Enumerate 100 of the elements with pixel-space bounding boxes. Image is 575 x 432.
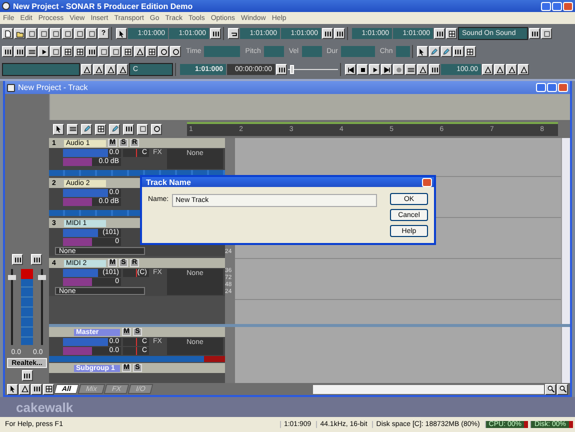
toolbar-button[interactable] bbox=[158, 46, 169, 57]
input-field[interactable] bbox=[340, 46, 375, 57]
toolbar-button[interactable] bbox=[322, 28, 333, 39]
toolbar-button[interactable] bbox=[146, 46, 157, 57]
square-icon bbox=[88, 30, 96, 38]
toolbar-button[interactable] bbox=[334, 28, 345, 39]
tool-dropdown-button[interactable] bbox=[109, 124, 120, 134]
triangle-icon bbox=[136, 48, 144, 56]
toolbar-button[interactable] bbox=[464, 46, 476, 57]
window-icon bbox=[7, 84, 15, 92]
toolbar-button[interactable] bbox=[105, 64, 116, 75]
pencil-icon bbox=[82, 125, 90, 133]
input-field[interactable] bbox=[302, 46, 322, 57]
toolbar-button[interactable] bbox=[86, 46, 97, 57]
toolbar-button[interactable] bbox=[116, 28, 127, 39]
toolbar-button[interactable] bbox=[110, 46, 121, 57]
toolbar-button[interactable] bbox=[357, 64, 368, 75]
toolbar-button[interactable] bbox=[134, 46, 145, 57]
bars-icon bbox=[32, 256, 40, 264]
toolbar-button[interactable] bbox=[62, 46, 73, 57]
toolbar-button[interactable] bbox=[529, 28, 540, 39]
close-button[interactable] bbox=[422, 178, 432, 186]
toolbar-button[interactable] bbox=[541, 28, 552, 39]
input-field[interactable] bbox=[396, 46, 410, 57]
toolbar-button[interactable] bbox=[14, 46, 25, 57]
toolbar-button[interactable] bbox=[393, 64, 404, 75]
toolbar-button[interactable] bbox=[369, 64, 380, 75]
input-field[interactable] bbox=[204, 46, 240, 57]
vertical-scrollbar[interactable] bbox=[561, 138, 570, 324]
toolbar-button[interactable] bbox=[98, 46, 109, 57]
toolbar-button[interactable] bbox=[26, 28, 37, 39]
strip-button[interactable] bbox=[22, 370, 32, 381]
toolbar-button[interactable] bbox=[31, 384, 42, 394]
toolbar-button[interactable] bbox=[506, 64, 517, 75]
minimize-button[interactable] bbox=[536, 83, 546, 92]
input-field[interactable] bbox=[264, 46, 284, 57]
tool-dropdown-button[interactable] bbox=[151, 124, 162, 134]
strip-button[interactable] bbox=[31, 254, 42, 265]
tool-dropdown-button[interactable] bbox=[53, 124, 64, 134]
loop-icon bbox=[230, 30, 238, 38]
pencil-icon bbox=[110, 125, 118, 133]
toolbar-button[interactable] bbox=[26, 46, 37, 57]
tool-dropdown-button[interactable] bbox=[137, 124, 148, 134]
zoom-icon bbox=[558, 385, 566, 393]
toolbar-button[interactable] bbox=[62, 28, 73, 39]
close-button[interactable] bbox=[563, 2, 573, 10]
toolbar-button[interactable] bbox=[518, 64, 529, 75]
dialog-title: Track Name bbox=[146, 178, 191, 186]
toolbar-button[interactable] bbox=[210, 28, 221, 39]
toolbar-button[interactable] bbox=[117, 64, 128, 75]
toolbar-button[interactable] bbox=[345, 64, 356, 75]
slider-thumb[interactable] bbox=[290, 65, 294, 74]
toolbar-button[interactable] bbox=[2, 46, 13, 57]
tool-dropdown-button[interactable] bbox=[95, 124, 106, 134]
toolbar-button[interactable] bbox=[2, 28, 13, 39]
horizontal-scrollbar[interactable] bbox=[313, 384, 544, 394]
close-button[interactable] bbox=[558, 83, 568, 92]
toolbar-button[interactable] bbox=[81, 64, 92, 75]
toolbar-button[interactable] bbox=[93, 64, 104, 75]
toolbar-button[interactable] bbox=[405, 64, 416, 75]
toolbar-button[interactable] bbox=[428, 46, 440, 57]
play-icon bbox=[370, 66, 378, 74]
toolbar-button[interactable] bbox=[434, 28, 445, 39]
square-icon bbox=[28, 30, 36, 38]
toolbar-button[interactable] bbox=[429, 64, 440, 75]
tool-dropdown-button[interactable] bbox=[123, 124, 134, 134]
toolbar-button[interactable] bbox=[170, 46, 181, 57]
toolbar-button[interactable] bbox=[74, 28, 85, 39]
toolbar-button[interactable] bbox=[38, 28, 49, 39]
zoom-button[interactable] bbox=[557, 384, 568, 394]
toolbar-button[interactable] bbox=[440, 46, 452, 57]
toolbar-button[interactable] bbox=[86, 28, 97, 39]
toolbar-button[interactable] bbox=[14, 28, 25, 39]
toolbar-button[interactable] bbox=[122, 46, 133, 57]
toolbar-button[interactable] bbox=[276, 64, 287, 75]
toolbar-button[interactable] bbox=[416, 46, 428, 57]
toolbar-button[interactable] bbox=[19, 384, 30, 394]
toolbar-button[interactable] bbox=[50, 28, 61, 39]
maximize-button[interactable] bbox=[547, 83, 557, 92]
toolbar-button[interactable] bbox=[494, 64, 505, 75]
restore-button[interactable] bbox=[552, 2, 562, 10]
toolbar-button[interactable] bbox=[381, 64, 392, 75]
minimize-button[interactable] bbox=[541, 2, 551, 10]
toolbar-button[interactable] bbox=[38, 46, 49, 57]
toolbar-button[interactable] bbox=[43, 384, 54, 394]
position-slider[interactable] bbox=[288, 64, 338, 75]
strip-button[interactable] bbox=[12, 254, 23, 265]
toolbar-button[interactable] bbox=[74, 46, 85, 57]
toolbar-button[interactable] bbox=[452, 46, 464, 57]
toolbar-button[interactable] bbox=[228, 28, 239, 39]
toolbar-button[interactable] bbox=[446, 28, 457, 39]
toolbar-button[interactable] bbox=[482, 64, 493, 75]
toolbar-button[interactable] bbox=[50, 46, 61, 57]
vertical-scrollbar[interactable] bbox=[561, 327, 570, 383]
tool-dropdown-button[interactable] bbox=[81, 124, 92, 134]
toolbar-button[interactable] bbox=[7, 384, 18, 394]
tool-dropdown-button[interactable] bbox=[67, 124, 78, 134]
toolbar-button[interactable] bbox=[417, 64, 428, 75]
square-icon bbox=[64, 30, 72, 38]
zoom-button[interactable] bbox=[545, 384, 556, 394]
